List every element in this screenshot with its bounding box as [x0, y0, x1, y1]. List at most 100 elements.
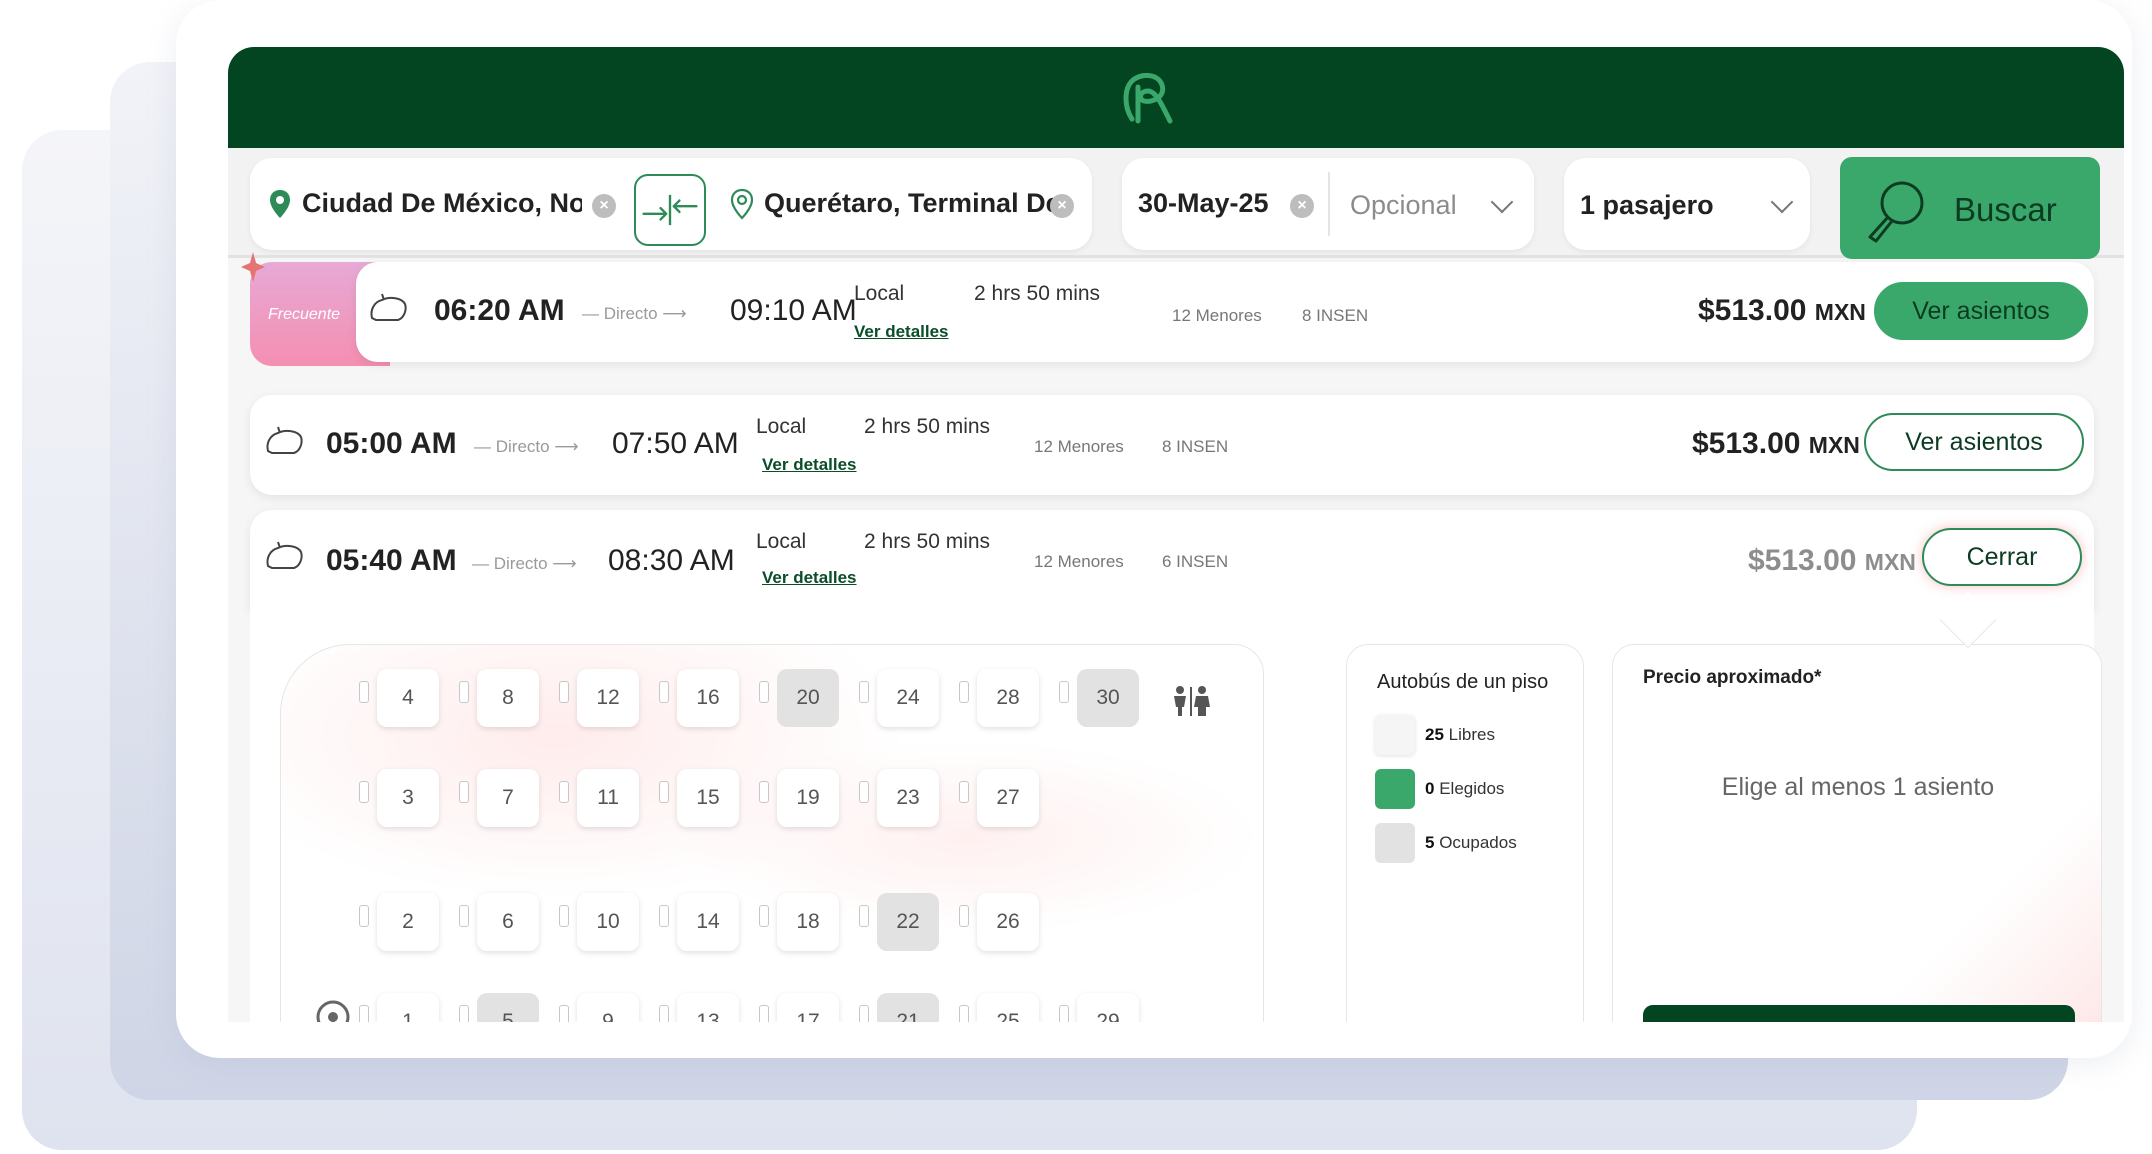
departure-date-input[interactable]: 30-May-25	[1138, 188, 1269, 219]
return-date-input[interactable]: Opcional	[1350, 190, 1457, 221]
select-seat-hint: Elige al menos 1 asiento	[1721, 773, 1995, 801]
price-amount: $513.00	[1748, 544, 1857, 577]
passengers-field[interactable]: 1 pasajero	[1564, 158, 1810, 250]
search-button[interactable]: Buscar	[1840, 157, 2100, 259]
seat-backrest	[959, 905, 969, 927]
seat-backrest	[459, 1005, 469, 1022]
trip-price: $513.00 MXN	[1698, 294, 1866, 328]
price-amount: $513.00	[1698, 294, 1807, 327]
seat-backrest	[859, 905, 869, 927]
chosen-seat-swatch	[1375, 769, 1415, 809]
direct-label: — Directo ⟶	[582, 304, 687, 323]
bus-type-title: Autobús de un piso	[1377, 671, 1549, 693]
details-link[interactable]: Ver detalles	[854, 322, 949, 342]
bus-icon	[266, 426, 303, 454]
seat-backrest	[959, 781, 969, 803]
route-field: Ciudad De México, Norte × Querétaro, Ter…	[250, 158, 1092, 250]
seat-available[interactable]: 10	[577, 893, 639, 951]
seat-backrest	[559, 1005, 569, 1022]
clear-destination-icon[interactable]: ×	[1050, 194, 1074, 218]
continue-button[interactable]	[1643, 1005, 2075, 1022]
seat-available[interactable]: 12	[577, 669, 639, 727]
destination-input[interactable]: Querétaro, Terminal De Autobuses	[764, 188, 1056, 219]
price-summary-title: Precio aproximado*	[1643, 667, 1822, 688]
arrival-time: 09:10 AM	[730, 294, 857, 327]
seat-available[interactable]: 24	[877, 669, 939, 727]
seat-available[interactable]: 4	[377, 669, 439, 727]
seat-backrest	[559, 905, 569, 927]
arrival-time: 07:50 AM	[612, 427, 739, 460]
chosen-seats-count: 0	[1425, 779, 1435, 798]
seat-available[interactable]: 2	[377, 893, 439, 951]
seat-backrest	[959, 681, 969, 703]
seat-available[interactable]: 28	[977, 669, 1039, 727]
price-currency: MXN	[1808, 432, 1860, 458]
seat-backrest	[859, 681, 869, 703]
seat-backrest	[559, 681, 569, 703]
insen-count: 8 INSEN	[1162, 437, 1229, 456]
seat-available[interactable]: 9	[577, 993, 639, 1022]
direct-label: — Directo ⟶	[474, 437, 579, 456]
search-icon	[1868, 181, 1924, 243]
seat-available[interactable]: 17	[777, 993, 839, 1022]
seat-available[interactable]: 7	[477, 769, 539, 827]
seat-backrest	[859, 1005, 869, 1022]
trip-row[interactable]: 05:00 AM — Directo ⟶ 07:50 AM Local 2 hr…	[250, 395, 2094, 495]
seat-available[interactable]: 16	[677, 669, 739, 727]
seat-available[interactable]: 11	[577, 769, 639, 827]
clear-origin-icon[interactable]: ×	[592, 194, 616, 218]
occupied-seats-label: 5 Ocupados	[1425, 833, 1517, 853]
bus-icon	[266, 541, 303, 569]
seat-backrest	[1059, 1005, 1069, 1022]
swap-route-icon[interactable]	[634, 174, 706, 246]
seat-backrest	[659, 1005, 669, 1022]
occupied-seats-count: 5	[1425, 833, 1435, 852]
origin-input[interactable]: Ciudad De México, Norte	[302, 188, 582, 219]
seat-available[interactable]: 3	[377, 769, 439, 827]
view-seats-button[interactable]: Ver asientos	[1874, 282, 2088, 340]
seat-available[interactable]: 13	[677, 993, 739, 1022]
trip-row-expanded[interactable]: 05:40 AM — Directo ⟶ 08:30 AM Local 2 hr…	[250, 510, 2094, 610]
seat-backrest	[659, 681, 669, 703]
view-seats-button[interactable]: Ver asientos	[1864, 413, 2084, 471]
bus-icon	[370, 293, 407, 321]
trip-row[interactable]: 06:20 AM — Directo ⟶ 09:10 AM Local 2 hr…	[356, 262, 2094, 362]
passengers-select[interactable]: 1 pasajero	[1580, 190, 1714, 221]
seat-backrest	[659, 781, 669, 803]
seat-backrest	[759, 1005, 769, 1022]
details-link[interactable]: Ver detalles	[762, 455, 857, 475]
header-bar	[228, 47, 2124, 148]
free-seats-text: Libres	[1448, 725, 1495, 744]
seat-available[interactable]: 18	[777, 893, 839, 951]
seat-backrest	[959, 1005, 969, 1022]
free-seats-count: 25	[1425, 725, 1444, 744]
seat-legend: Autobús de un piso 25 Libres 0 Elegidos …	[1346, 644, 1584, 1022]
seat-available[interactable]: 19	[777, 769, 839, 827]
seat-available[interactable]: 23	[877, 769, 939, 827]
clear-date-icon[interactable]: ×	[1290, 194, 1314, 218]
seat-available[interactable]: 26	[977, 893, 1039, 951]
seat-available[interactable]: 14	[677, 893, 739, 951]
seat-backrest	[1059, 681, 1069, 703]
seat-backrest	[359, 781, 369, 803]
restroom-icon	[1174, 686, 1210, 716]
minors-count: 12 Menores	[1172, 306, 1262, 325]
seat-available[interactable]: 29	[1077, 993, 1139, 1022]
seat-backrest	[759, 781, 769, 803]
seat-available[interactable]: 1	[377, 993, 439, 1022]
trip-duration: 2 hrs 50 mins	[864, 530, 991, 553]
chevron-down-icon[interactable]	[1770, 190, 1794, 214]
seat-available[interactable]: 15	[677, 769, 739, 827]
seat-backrest	[459, 905, 469, 927]
seat-available[interactable]: 6	[477, 893, 539, 951]
price-currency: MXN	[1864, 549, 1916, 575]
chevron-down-icon[interactable]	[1490, 190, 1514, 214]
details-link[interactable]: Ver detalles	[762, 568, 857, 588]
seat-available[interactable]: 25	[977, 993, 1039, 1022]
seat-selection-panel: 4 8 12 16 20 24 28 30 3 7 11 15 19 23 27 2 6 10 14 18 22 26 1 5…	[250, 608, 2102, 1022]
seat-available[interactable]: 8	[477, 669, 539, 727]
seat-map: 4 8 12 16 20 24 28 30 3 7 11 15 19 23 27 2 6 10 14 18 22 26 1 5…	[280, 644, 1264, 1022]
close-button[interactable]: Cerrar	[1922, 528, 2082, 586]
app-screen: Ciudad De México, Norte × Querétaro, Ter…	[228, 47, 2124, 1022]
seat-available[interactable]: 27	[977, 769, 1039, 827]
